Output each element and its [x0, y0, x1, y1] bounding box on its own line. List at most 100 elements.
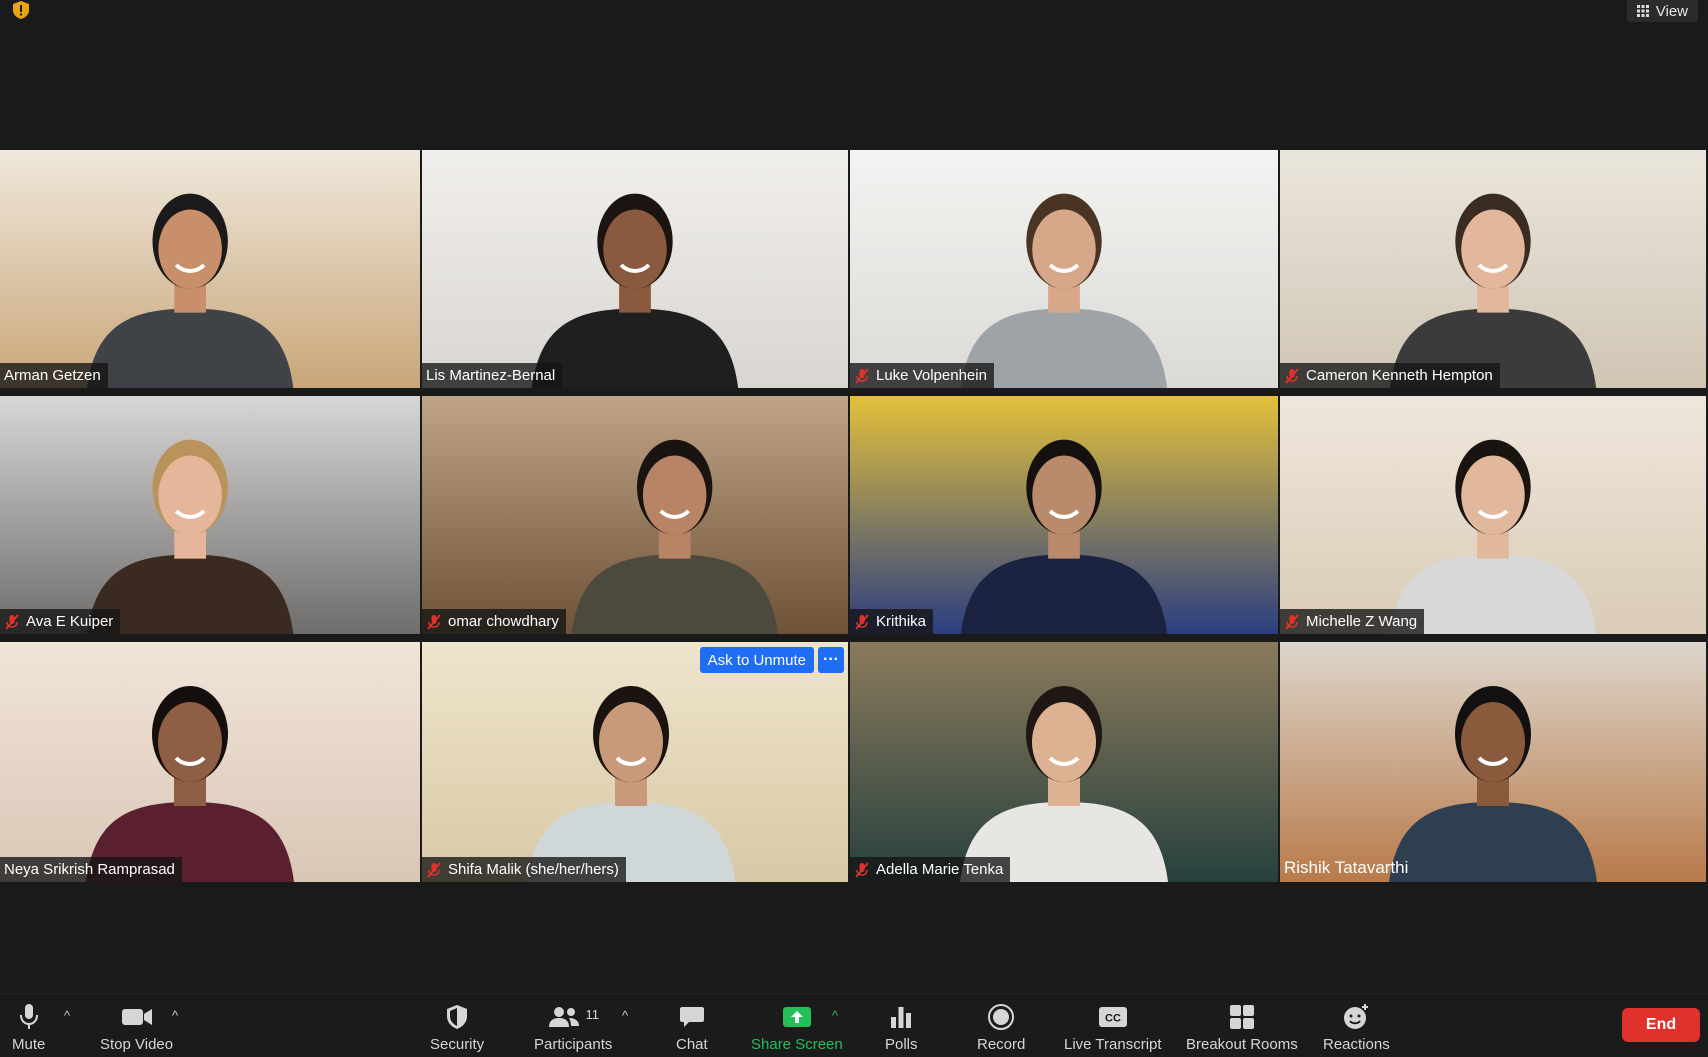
reactions-emoji-icon	[1344, 1004, 1369, 1029]
participant-nameplate: Michelle Z Wang	[1280, 609, 1425, 634]
breakout-rooms-label: Breakout Rooms	[1186, 1036, 1298, 1053]
participant-name: Rishik Tatavarthi	[1284, 858, 1409, 877]
participant-nameplate: Rishik Tatavarthi	[1280, 854, 1415, 882]
participant-video-feed	[1389, 686, 1597, 882]
microphone-icon	[19, 1004, 38, 1029]
video-gallery: Arman Getzen Lis Martinez-Bernal Luke Volp…	[0, 150, 1708, 882]
reactions-label: Reactions	[1323, 1036, 1390, 1053]
video-options-caret[interactable]: ^	[172, 1008, 178, 1023]
participants-options-caret[interactable]: ^	[622, 1008, 628, 1023]
closed-caption-icon: CC	[1098, 1007, 1127, 1027]
participant-video-feed	[960, 686, 1168, 882]
video-tile[interactable]: Arman Getzen	[0, 150, 420, 388]
participant-video-feed	[87, 439, 294, 634]
participant-video-feed	[531, 193, 739, 388]
video-tile[interactable]: Ava E Kuiper	[0, 396, 420, 634]
end-label: End	[1645, 1016, 1677, 1033]
polls-button[interactable]: Polls	[885, 1001, 918, 1053]
muted-microphone-icon	[427, 613, 441, 630]
video-camera-icon	[121, 1009, 152, 1025]
muted-microphone-icon	[5, 613, 19, 630]
video-tile[interactable]: Michelle Z Wang	[1280, 396, 1706, 634]
record-button[interactable]: Record	[977, 1001, 1025, 1053]
top-bar: View	[0, 0, 1708, 40]
participant-nameplate: Shifa Malik (she/her/hers)	[422, 857, 626, 882]
participant-nameplate: Ava E Kuiper	[0, 609, 121, 634]
mute-button[interactable]: Mute	[12, 1001, 45, 1053]
record-label: Record	[977, 1036, 1026, 1053]
participant-nameplate: Adella Marie Tenka	[850, 857, 1011, 882]
participant-video-feed	[87, 193, 294, 388]
chat-button[interactable]: Chat	[676, 1001, 708, 1053]
participant-nameplate: Arman Getzen	[0, 363, 108, 388]
muted-microphone-icon	[855, 861, 869, 878]
ask-to-unmute-button[interactable]: Ask to Unmute	[699, 647, 814, 673]
muted-microphone-icon	[855, 613, 869, 630]
security-shield-icon[interactable]	[10, 0, 32, 20]
participant-nameplate: Luke Volpenhein	[850, 363, 994, 388]
reactions-button[interactable]: Reactions	[1323, 1001, 1390, 1053]
share-options-caret[interactable]: ^	[832, 1008, 838, 1023]
participant-video-feed	[571, 439, 778, 634]
grid-view-icon	[1636, 5, 1649, 17]
video-tile[interactable]: Rishik Tatavarthi	[1280, 642, 1706, 882]
muted-microphone-icon	[855, 367, 869, 384]
participant-name: Krithika	[876, 613, 927, 630]
audio-options-caret[interactable]: ^	[64, 1008, 70, 1023]
chat-bubble-icon	[679, 1007, 704, 1027]
view-label: View	[1655, 2, 1688, 20]
end-meeting-button[interactable]: End	[1622, 1008, 1700, 1042]
participant-video-feed	[1389, 193, 1597, 388]
participant-video-feed	[1389, 439, 1597, 634]
participant-name: Michelle Z Wang	[1306, 613, 1418, 630]
more-options-button[interactable]: ···	[818, 647, 844, 673]
participant-nameplate: Cameron Kenneth Hempton	[1280, 363, 1500, 388]
meeting-toolbar: Mute ^ Stop Video ^ Security 11 Particip…	[0, 993, 1708, 1057]
share-screen-label: Share Screen	[751, 1036, 843, 1053]
mute-label: Mute	[12, 1036, 46, 1053]
participant-name: Cameron Kenneth Hempton	[1306, 367, 1493, 384]
muted-microphone-icon	[427, 861, 441, 878]
live-transcript-button[interactable]: CC Live Transcript	[1064, 1001, 1162, 1053]
participant-name: Shifa Malik (she/her/hers)	[448, 861, 619, 878]
video-tile[interactable]: Adella Marie Tenka	[850, 642, 1278, 882]
participant-nameplate: Lis Martinez-Bernal	[422, 363, 563, 388]
svg-text:CC: CC	[1105, 1013, 1121, 1025]
participant-video-feed	[86, 686, 294, 882]
participant-video-feed	[527, 686, 735, 882]
view-button[interactable]: View	[1626, 0, 1698, 22]
breakout-rooms-button[interactable]: Breakout Rooms	[1186, 1001, 1298, 1053]
share-screen-button[interactable]: Share Screen	[751, 1001, 843, 1053]
security-label: Security	[430, 1036, 485, 1053]
video-tile[interactable]: Cameron Kenneth Hempton	[1280, 150, 1706, 388]
participant-nameplate: Neya Srikrish Ramprasad	[0, 857, 182, 882]
participant-video-feed	[960, 193, 1168, 388]
chat-label: Chat	[676, 1036, 708, 1053]
participant-video-feed	[960, 439, 1168, 634]
security-button[interactable]: Security	[430, 1001, 484, 1053]
security-icon	[447, 1005, 468, 1029]
participant-name: Arman Getzen	[4, 367, 101, 384]
participants-button[interactable]: 11 Participants	[534, 1001, 612, 1054]
participants-count: 11	[585, 1006, 599, 1022]
video-tile[interactable]: Neya Srikrish Ramprasad	[0, 642, 420, 882]
video-tile[interactable]: Krithika	[850, 396, 1278, 634]
participant-name: omar chowdhary	[448, 613, 559, 630]
participant-name: Luke Volpenhein	[876, 367, 987, 384]
muted-microphone-icon	[1285, 367, 1299, 384]
record-icon	[988, 1004, 1015, 1030]
video-tile[interactable]: Shifa Malik (she/her/hers) Ask to Unmute ·…	[422, 642, 848, 882]
participant-name: Lis Martinez-Bernal	[426, 367, 556, 384]
video-tile[interactable]: Lis Martinez-Bernal	[422, 150, 848, 388]
participants-icon	[549, 1007, 580, 1027]
stop-video-label: Stop Video	[100, 1036, 174, 1053]
participant-name: Adella Marie Tenka	[876, 861, 1004, 878]
video-tile[interactable]: Luke Volpenhein	[850, 150, 1278, 388]
participant-nameplate: Krithika	[850, 609, 934, 634]
video-tile[interactable]: omar chowdhary	[422, 396, 848, 634]
live-transcript-label: Live Transcript	[1064, 1036, 1162, 1053]
participant-name: Ava E Kuiper	[26, 613, 114, 630]
participant-name: Neya Srikrish Ramprasad	[4, 861, 175, 878]
breakout-rooms-icon	[1229, 1005, 1254, 1029]
stop-video-button[interactable]: Stop Video	[100, 1001, 173, 1053]
